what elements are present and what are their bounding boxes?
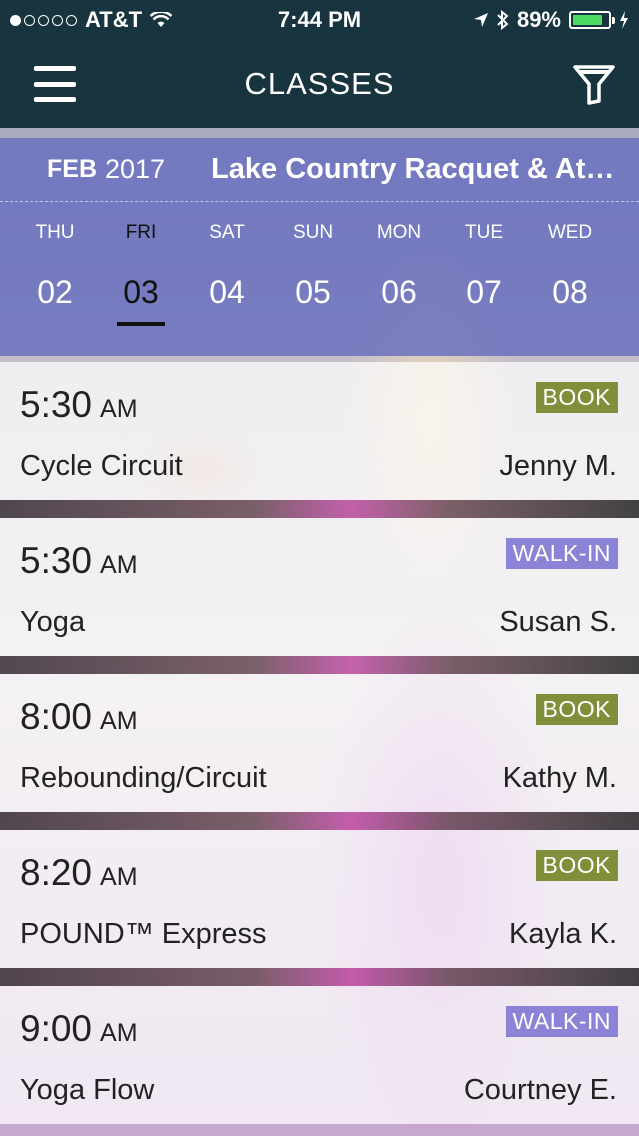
date-top-row: FEB 2017 Lake Country Racquet & At… xyxy=(0,138,639,202)
class-time: 9:00 AM xyxy=(20,1008,138,1050)
walk-in-badge: WALK-IN xyxy=(505,1006,618,1037)
class-time: 5:30 AM xyxy=(20,540,138,582)
class-card[interactable]: 5:30 AM BOOK Cycle Circuit Jenny M. xyxy=(0,362,639,500)
time-value: 8:00 xyxy=(20,696,93,737)
time-value: 8:20 xyxy=(20,852,93,893)
day-name: FRI xyxy=(125,222,157,243)
selected-indicator xyxy=(117,322,165,326)
time-value: 5:30 xyxy=(20,384,93,425)
status-right: 89% xyxy=(473,7,629,33)
class-card[interactable]: 8:20 AM BOOK POUND™ Express Kayla K. xyxy=(0,830,639,968)
class-name: POUND™ Express xyxy=(20,918,267,950)
day-wed[interactable]: WED 08 xyxy=(527,202,613,356)
battery-icon xyxy=(569,11,615,29)
instructor-name: Kathy M. xyxy=(502,762,617,794)
time-ampm: AM xyxy=(100,395,138,423)
day-tue[interactable]: TUE 07 xyxy=(441,202,527,356)
day-name: WED xyxy=(547,222,593,243)
time-value: 9:00 xyxy=(20,1008,93,1049)
class-name: Yoga Flow xyxy=(20,1074,155,1106)
month-label[interactable]: FEB xyxy=(47,155,97,184)
day-number: 03 xyxy=(123,274,159,310)
divider xyxy=(0,812,639,830)
book-button[interactable]: BOOK xyxy=(535,850,618,881)
instructor-name: Courtney E. xyxy=(463,1074,617,1106)
carrier-label: AT&T xyxy=(85,7,143,32)
day-strip: THU 02 FRI 03 SAT 04 SUN 05 MON 06 TUE 0… xyxy=(0,202,639,356)
divider xyxy=(0,500,639,518)
book-button[interactable]: BOOK xyxy=(535,694,618,725)
filter-icon[interactable] xyxy=(572,64,616,106)
time-ampm: AM xyxy=(100,863,138,891)
book-button[interactable]: BOOK xyxy=(535,382,618,413)
day-name: THU xyxy=(35,222,75,243)
day-name: MON xyxy=(376,222,422,243)
day-name: SAT xyxy=(209,222,245,243)
class-time: 8:00 AM xyxy=(20,696,138,738)
class-time: 8:20 AM xyxy=(20,852,138,894)
instructor-name: Kayla K. xyxy=(509,918,617,950)
class-name: Yoga xyxy=(20,606,86,638)
day-number: 08 xyxy=(552,274,588,310)
time-value: 5:30 xyxy=(20,540,93,581)
divider xyxy=(0,656,639,674)
year-label[interactable]: 2017 xyxy=(105,154,165,185)
battery-percent: 89% xyxy=(516,7,561,32)
page-title: CLASSES xyxy=(244,66,395,101)
time-ampm: AM xyxy=(100,1019,138,1047)
wifi-icon xyxy=(150,12,173,27)
instructor-name: Susan S. xyxy=(499,606,617,638)
day-number: 04 xyxy=(209,274,245,310)
time-ampm: AM xyxy=(100,551,138,579)
day-thu[interactable]: THU 02 xyxy=(12,202,98,356)
instructor-name: Jenny M. xyxy=(499,450,617,482)
class-card[interactable]: 5:30 AM WALK-IN Yoga Susan S. xyxy=(0,518,639,656)
day-number: 05 xyxy=(295,274,331,310)
day-number: 07 xyxy=(466,274,502,310)
day-mon[interactable]: MON 06 xyxy=(356,202,442,356)
walk-in-badge: WALK-IN xyxy=(505,538,618,569)
day-sat[interactable]: SAT 04 xyxy=(184,202,270,356)
date-picker: FEB 2017 Lake Country Racquet & At… THU … xyxy=(0,138,639,356)
class-time: 5:30 AM xyxy=(20,384,138,426)
bluetooth-icon xyxy=(497,10,509,30)
class-name: Rebounding/Circuit xyxy=(20,762,267,794)
class-name: Cycle Circuit xyxy=(20,450,183,482)
signal-icon xyxy=(10,14,77,26)
location-arrow-icon xyxy=(473,13,488,27)
status-left: AT&T xyxy=(10,7,173,33)
day-number: 02 xyxy=(37,274,73,310)
day-number: 06 xyxy=(381,274,417,310)
charging-icon xyxy=(620,11,628,29)
day-name: TUE xyxy=(465,222,503,243)
status-bar: AT&T 7:44 PM 89% xyxy=(0,0,639,40)
divider xyxy=(0,968,639,986)
club-selector[interactable]: Lake Country Racquet & At… xyxy=(211,153,614,186)
day-fri[interactable]: FRI 03 xyxy=(98,202,184,356)
day-name: SUN xyxy=(292,222,334,243)
day-sun[interactable]: SUN 05 xyxy=(270,202,356,356)
nav-bar: CLASSES xyxy=(0,40,639,128)
class-card[interactable]: 8:00 AM BOOK Rebounding/Circuit Kathy M. xyxy=(0,674,639,812)
class-card[interactable]: 9:00 AM WALK-IN Yoga Flow Courtney E. xyxy=(0,986,639,1124)
time-ampm: AM xyxy=(100,707,138,735)
